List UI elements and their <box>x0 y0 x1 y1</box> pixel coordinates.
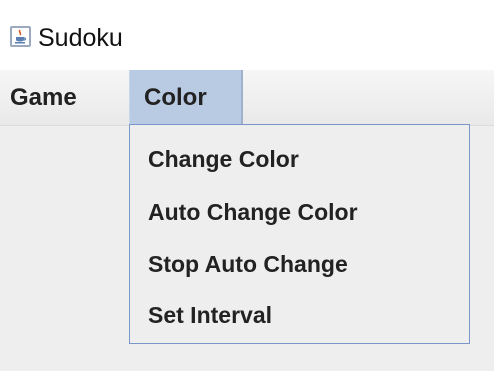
menu-item-set-interval[interactable]: Set Interval <box>148 301 272 329</box>
java-cup-icon <box>10 26 31 47</box>
window-title: Sudoku <box>38 24 123 52</box>
menu-color[interactable]: Color <box>129 70 243 126</box>
menu-bar: Game Color <box>0 70 494 126</box>
title-bar[interactable]: Sudoku <box>0 0 494 70</box>
menu-game[interactable]: Game <box>0 70 126 126</box>
menu-item-auto-change-color[interactable]: Auto Change Color <box>148 198 358 226</box>
color-menu-dropdown: Change Color Auto Change Color Stop Auto… <box>129 124 470 344</box>
menu-item-change-color[interactable]: Change Color <box>148 145 299 173</box>
menu-item-stop-auto-change[interactable]: Stop Auto Change <box>148 250 348 278</box>
